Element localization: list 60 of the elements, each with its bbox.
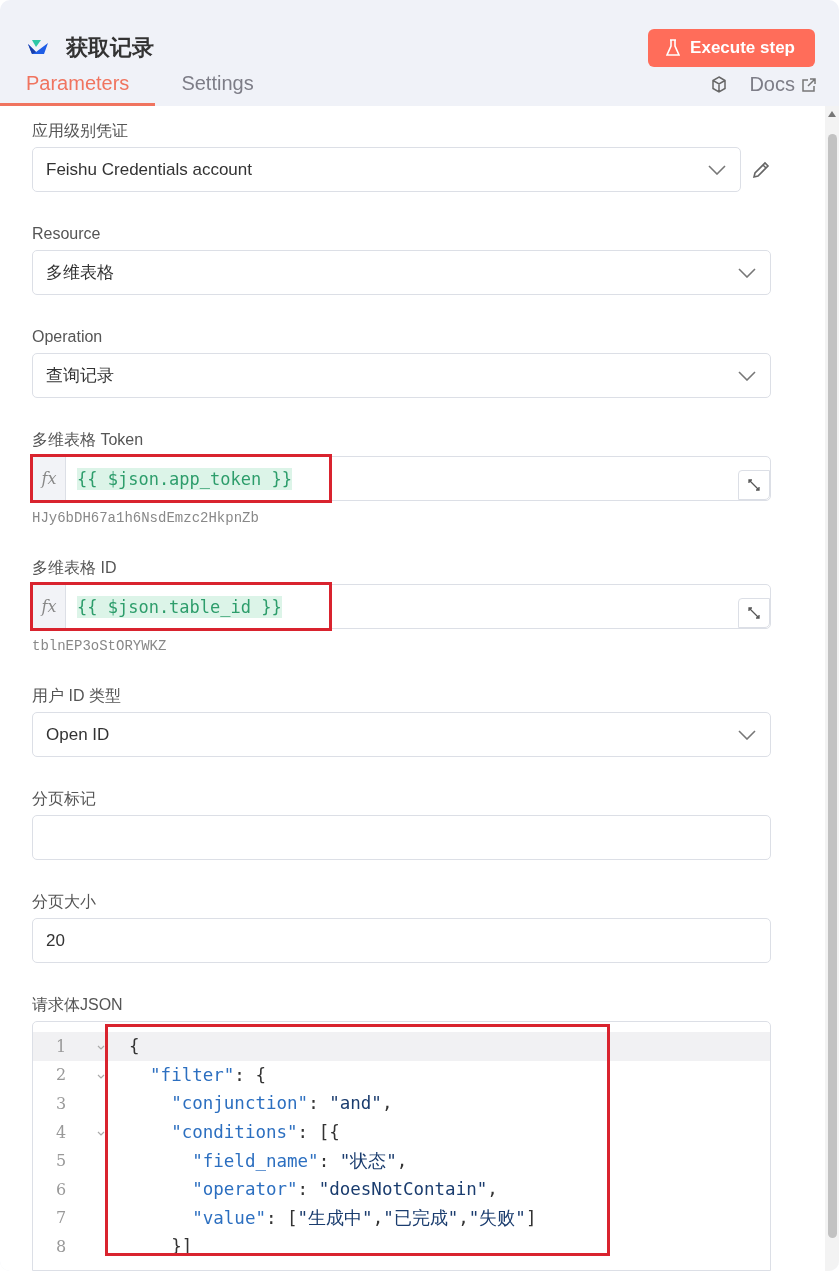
chevron-down-icon [738,729,756,740]
select-value: Feishu Credentials account [46,159,252,180]
expand-button[interactable] [738,470,770,500]
docs-link[interactable]: Docs [749,73,817,96]
chevron-down-icon [708,164,726,175]
field-label: 多维表格 Token [32,430,145,450]
code-text: "field_name": "状态", [191,1149,408,1173]
field-hint: tblnEP3oStORYWKZ [32,638,168,654]
code-text: { [129,1036,140,1057]
code-text: "operator": "doesNotContain", [191,1179,498,1200]
fold-icon[interactable] [97,1131,105,1137]
field-label: 分页标记 [32,789,97,809]
select-field[interactable]: Open ID [32,712,771,757]
select-value: Open ID [46,724,110,745]
field-label: 多维表格 ID [32,558,118,578]
scroll-up-icon[interactable] [828,111,836,117]
field-label: 用户 ID 类型 [32,686,122,706]
expand-icon [748,479,760,491]
expression-value: {{ $json.table_id }} [77,595,282,618]
expand-icon [748,607,760,619]
line-number: 8 [54,1236,68,1256]
external-link-icon [801,76,817,93]
line-number: 5 [54,1151,68,1171]
cube-icon[interactable] [711,76,728,93]
pencil-icon[interactable] [751,159,771,180]
fold-icon[interactable] [97,1045,105,1051]
input-field[interactable] [32,815,771,860]
field-label: Resource [32,224,102,244]
line-number: 4 [54,1122,68,1142]
chevron-down-icon [738,267,756,278]
node-title: 获取记录 [66,34,154,62]
code-text: "filter": { [149,1064,266,1085]
field-label: 应用级别凭证 [32,121,129,141]
field-label: 请求体JSON [32,995,124,1015]
fx-label: fx [33,585,66,628]
code-text: "value": ["生成中","已完成","失败"] [191,1206,537,1230]
flask-icon [666,39,681,57]
line-number: 2 [54,1065,68,1085]
expand-button[interactable] [738,598,770,628]
select-field[interactable]: Feishu Credentials account [32,147,741,192]
line-number: 1 [54,1036,68,1056]
code-text: "conditions": [{ [170,1122,340,1143]
select-value: 多维表格 [46,262,114,284]
fx-label: fx [33,457,66,500]
code-text: "conjunction": "and", [170,1093,393,1114]
input-field[interactable]: 20 [32,918,771,963]
select-field[interactable]: 查询记录 [32,353,771,398]
fold-icon[interactable] [97,1073,105,1079]
line-number: 6 [54,1179,68,1199]
select-field[interactable]: 多维表格 [32,250,771,295]
tab[interactable]: Settings [155,72,280,106]
field-label: Operation [32,327,104,347]
select-value: 查询记录 [46,365,114,387]
field-hint: HJy6bDH67a1h6NsdEmzc2HkpnZb [32,510,260,526]
field-label: 分页大小 [32,892,97,912]
line-number: 7 [54,1208,68,1228]
line-number: 3 [54,1094,68,1113]
chevron-down-icon [738,370,756,381]
scrollbar[interactable] [825,106,839,1271]
expression-value: {{ $json.app_token }} [77,467,292,490]
